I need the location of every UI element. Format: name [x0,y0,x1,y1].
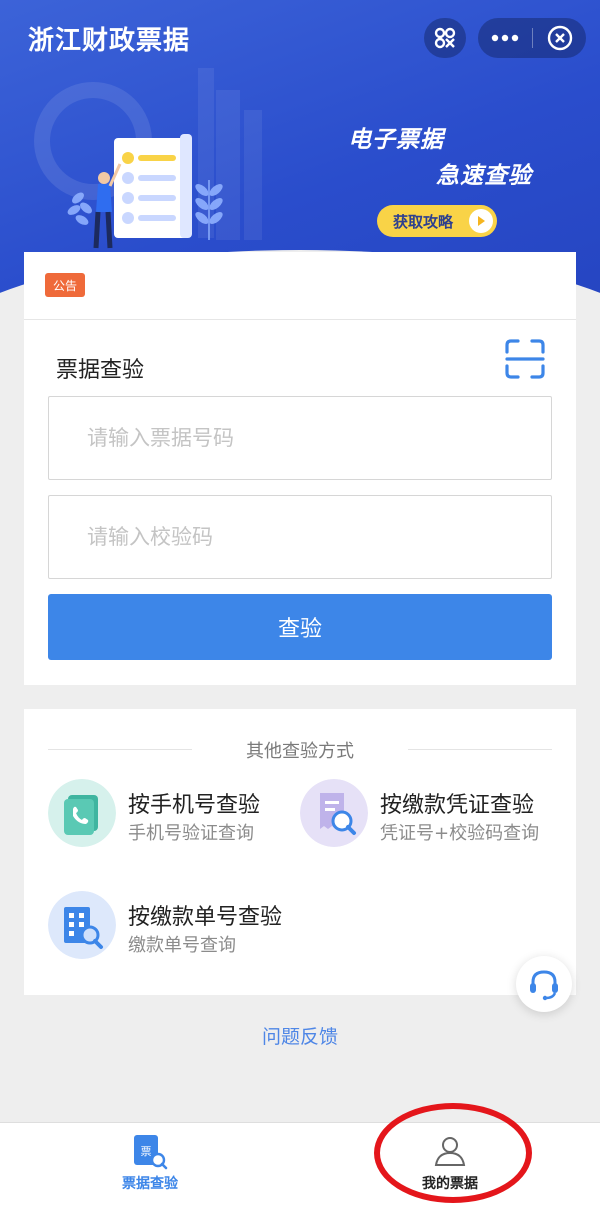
svg-text:票: 票 [141,1145,152,1158]
method-title: 按缴款凭证查验 [380,793,535,818]
headset-icon [530,970,558,1001]
receipt-search-icon [300,779,368,847]
bill-illustration [67,134,223,249]
method-subtitle: 手机号验证查询 [128,823,254,844]
close-circle-icon [547,25,572,51]
other-methods-card: 其他查验方式 按手机号查验 手机号验证查询 按缴款凭证查验 凭证号+校验码查询 [24,709,576,995]
page-title: 浙江财政票据 [28,26,191,56]
tab-label: 票据查验 [122,1176,178,1192]
banner-slogan-line2: 急速查验 [436,163,532,189]
method-title: 按手机号查验 [128,793,261,818]
building-search-icon [48,891,116,959]
notice-badge: 公告 [45,273,85,297]
bill-search-icon: 票 [134,1135,168,1170]
verify-card: 公告 票据查验 查验 [24,252,576,685]
method-title: 按缴款单号查验 [128,905,283,930]
more-button[interactable] [478,18,532,58]
title-bar: 浙江财政票据 [0,0,600,75]
method-subtitle: 凭证号+校验码查询 [380,823,540,844]
verify-section-title: 票据查验 [56,358,145,383]
close-button[interactable] [533,18,586,58]
tab-bill-verify[interactable]: 票 票据查验 [0,1123,300,1206]
arrow-right-icon [469,209,493,233]
more-dots-icon [491,34,519,42]
capsule-menu [478,18,586,58]
other-methods-title: 其他查验方式 [246,741,354,762]
check-code-field[interactable] [48,495,552,579]
verify-button[interactable]: 查验 [48,594,552,660]
bill-number-input[interactable] [49,397,551,479]
mini-program-icon [434,27,456,49]
feedback-link[interactable]: 问题反馈 [0,1022,600,1049]
customer-service-button[interactable] [516,956,572,1012]
get-guide-button[interactable]: 获取攻略 [377,205,497,237]
notice-row[interactable]: 公告 [24,252,576,320]
method-phone[interactable]: 按手机号查验 手机号验证查询 [48,779,278,859]
highlight-circle [374,1103,532,1203]
check-code-input[interactable] [49,496,551,578]
decorative-tower [244,110,262,240]
phone-book-icon [48,779,116,847]
bill-number-field[interactable] [48,396,552,480]
scan-icon[interactable] [504,338,546,380]
mini-program-code-button[interactable] [424,18,466,58]
banner-slogan-line1: 电子票据 [348,127,444,153]
method-payment-voucher[interactable]: 按缴款凭证查验 凭证号+校验码查询 [300,779,560,875]
method-payment-order[interactable]: 按缴款单号查验 缴款单号查询 [48,891,308,971]
get-guide-label: 获取攻略 [393,212,454,231]
method-subtitle: 缴款单号查询 [128,935,236,956]
